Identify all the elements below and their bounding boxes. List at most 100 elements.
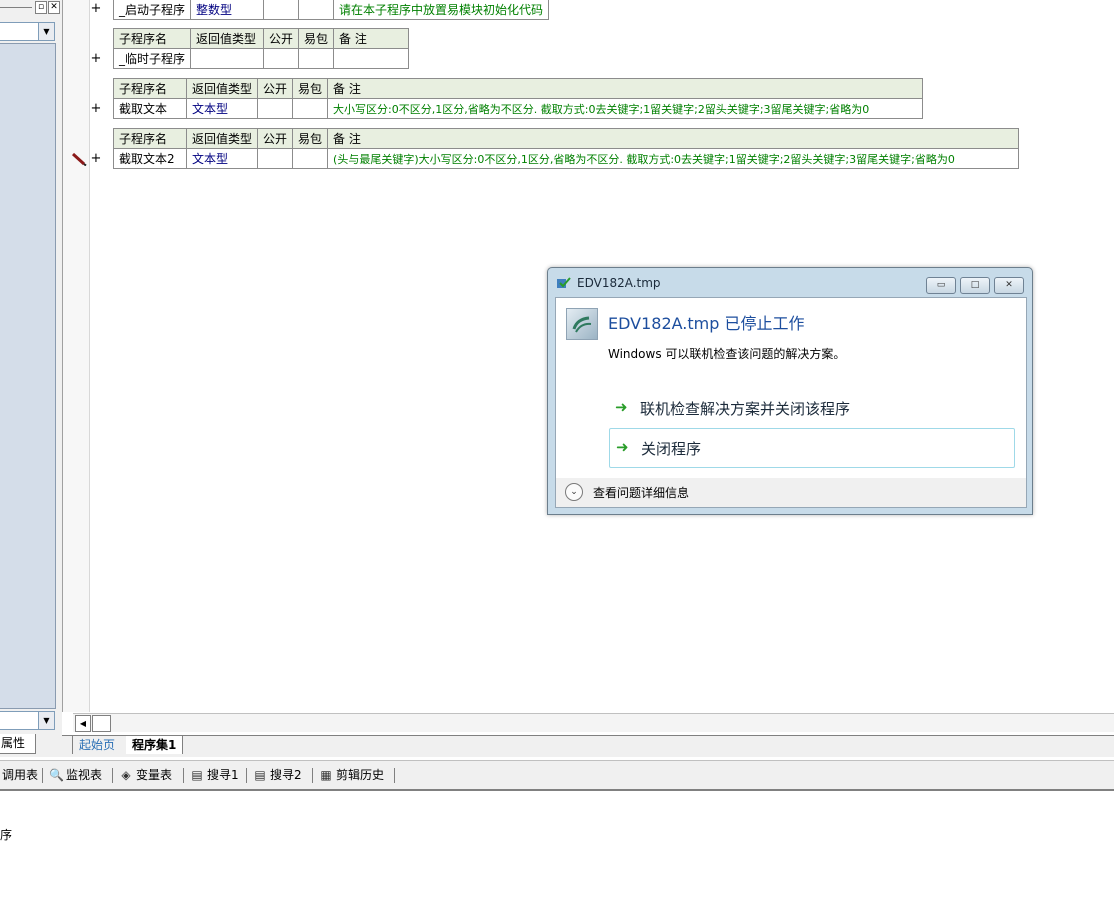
header-pack: 易包: [298, 28, 335, 49]
subroutine-name[interactable]: _临时子程序: [112, 48, 192, 69]
left-panel-titlebar: ▫ ✕: [0, 0, 62, 14]
subroutine-note[interactable]: 大小写区分:0不区分,1区分,省略为不区分. 截取方式:0去关键字;1留关键字;…: [327, 98, 924, 119]
subroutine-return-type[interactable]: 文本型: [185, 148, 259, 169]
output-text: 序: [0, 828, 13, 842]
horizontal-scrollbar[interactable]: ◀: [73, 713, 1114, 732]
search1-label: 搜寻1: [207, 768, 239, 782]
header-name: 子程序名: [113, 78, 187, 99]
call-table-label: 调用表: [2, 768, 39, 782]
variable-table-label: 变量表: [136, 768, 173, 782]
header-note: 备 注: [333, 28, 410, 49]
pin-icon[interactable]: ▫: [35, 1, 47, 14]
dialog-footer: ⌄ 查看问题详细信息: [555, 478, 1027, 508]
dialog-body: EDV182A.tmp 已停止工作 Windows 可以联机检查该问题的解决方案…: [555, 297, 1027, 479]
subroutine-return-type[interactable]: 文本型: [185, 98, 259, 119]
toolbar-separator: [42, 768, 43, 783]
variable-table-button[interactable]: ◈ 变量表: [119, 761, 172, 789]
chevron-down-icon[interactable]: ⌄: [565, 483, 583, 501]
subroutine-return-type[interactable]: [190, 48, 265, 69]
close-button[interactable]: ✕: [994, 277, 1024, 294]
bottom-toolbar: 调用表 🔍 监视表 ◈ 变量表 ▤ 搜寻1 ▤ 搜寻2 ▦ 剪辑历史: [0, 760, 1114, 791]
left-panel-combo[interactable]: ▼: [0, 22, 55, 41]
titlebar-grip: [0, 7, 32, 8]
expand-plus-icon[interactable]: +: [90, 101, 102, 116]
subroutine-name[interactable]: 截取文本: [113, 98, 187, 119]
scroll-left-icon[interactable]: ◀: [75, 715, 91, 732]
close-icon[interactable]: ✕: [48, 1, 60, 14]
dialog-title: EDV182A.tmp: [577, 276, 661, 290]
document-tabs: 起始页 程序集1: [62, 735, 1114, 757]
toolbar-separator: [183, 768, 184, 783]
program-icon: [566, 308, 598, 340]
subroutine-table-startup: _启动子程序 整数型 请在本子程序中放置易模块初始化代码: [112, 0, 550, 20]
header-public: 公开: [257, 78, 294, 99]
left-panel: ▫ ✕ ▼ ▼ 属性: [0, 0, 62, 757]
maximize-button[interactable]: □: [960, 277, 990, 294]
watch-table-label: 监视表: [66, 768, 103, 782]
subroutine-public[interactable]: [257, 148, 294, 169]
close-program-label: 关闭程序: [641, 440, 702, 458]
expand-plus-icon[interactable]: +: [90, 51, 102, 66]
header-name: 子程序名: [113, 128, 187, 149]
call-table-button[interactable]: 调用表: [2, 761, 38, 789]
header-return-type: 返回值类型: [190, 28, 265, 49]
subroutine-public[interactable]: [263, 0, 300, 20]
tab-program-set[interactable]: 程序集1: [126, 736, 184, 754]
chevron-down-icon[interactable]: ▼: [38, 23, 54, 40]
header-return-type: 返回值类型: [185, 128, 259, 149]
search2-label: 搜寻2: [270, 768, 302, 782]
minimize-button[interactable]: ▭: [926, 277, 956, 294]
clipboard-history-icon: ▦: [320, 768, 332, 782]
header-note: 备 注: [327, 78, 924, 99]
subroutine-table: 子程序名 返回值类型 公开 易包 备 注 截取文本 文本型 大小写区分:0不区分…: [113, 78, 924, 119]
arrow-right-icon: ➜: [616, 438, 629, 456]
toolbar-separator: [394, 768, 395, 783]
search-list-icon: ▤: [191, 768, 203, 782]
header-public: 公开: [257, 128, 294, 149]
subroutine-name[interactable]: _启动子程序: [112, 0, 192, 20]
subroutine-pack[interactable]: [292, 148, 329, 169]
subroutine-note[interactable]: [333, 48, 410, 69]
subroutine-pack[interactable]: [298, 48, 335, 69]
expand-plus-icon[interactable]: +: [90, 1, 102, 16]
error-dialog: EDV182A.tmp ▭ □ ✕ EDV182A.tmp 已停止工作 Wind…: [547, 267, 1033, 515]
output-panel[interactable]: 序: [0, 791, 1114, 915]
tab-properties[interactable]: 属性: [0, 734, 36, 754]
header-pack: 易包: [292, 78, 329, 99]
app-icon: [557, 277, 571, 288]
subroutine-public[interactable]: [257, 98, 294, 119]
search2-button[interactable]: ▤ 搜寻2: [253, 761, 302, 789]
close-program-button[interactable]: ➜ 关闭程序: [609, 428, 1015, 468]
subroutine-name[interactable]: 截取文本2: [113, 148, 187, 169]
subroutine-table: 子程序名 返回值类型 公开 易包 备 注 _临时子程序: [112, 28, 410, 69]
dialog-titlebar[interactable]: EDV182A.tmp ▭ □ ✕: [548, 268, 1032, 296]
header-note: 备 注: [327, 128, 1020, 149]
search1-button[interactable]: ▤ 搜寻1: [190, 761, 239, 789]
subroutine-pack[interactable]: [292, 98, 329, 119]
subroutine-table: 子程序名 返回值类型 公开 易包 备 注 截取文本2 文本型 (头与最尾关键字)…: [113, 128, 1020, 169]
subroutine-note[interactable]: (头与最尾关键字)大小写区分:0不区分,1区分,省略为不区分. 截取方式:0去关…: [327, 148, 1020, 169]
check-online-button[interactable]: ➜ 联机检查解决方案并关闭该程序: [609, 389, 1013, 427]
subroutine-note[interactable]: 请在本子程序中放置易模块初始化代码: [333, 0, 550, 20]
left-panel-tree[interactable]: [0, 43, 56, 709]
variable-icon: ◈: [121, 768, 131, 782]
subroutine-pack[interactable]: [298, 0, 335, 20]
clip-history-button[interactable]: ▦ 剪辑历史: [319, 761, 384, 789]
chevron-down-icon[interactable]: ▼: [38, 712, 54, 729]
tab-start-page[interactable]: 起始页: [72, 736, 121, 754]
header-public: 公开: [263, 28, 300, 49]
magnifier-icon: 🔍: [49, 768, 64, 782]
expand-plus-icon[interactable]: +: [90, 151, 102, 166]
watch-table-button[interactable]: 🔍 监视表: [49, 761, 102, 789]
subroutine-public[interactable]: [263, 48, 300, 69]
pencil-edit-icon: [71, 152, 87, 166]
view-details-link[interactable]: 查看问题详细信息: [593, 484, 689, 501]
header-name: 子程序名: [112, 28, 192, 49]
clip-history-label: 剪辑历史: [336, 768, 385, 782]
toolbar-separator: [112, 768, 113, 783]
subroutine-return-type[interactable]: 整数型: [190, 0, 265, 20]
left-panel-bottom-combo[interactable]: ▼: [0, 711, 55, 730]
dialog-subtext: Windows 可以联机检查该问题的解决方案。: [608, 347, 846, 361]
check-online-label: 联机检查解决方案并关闭该程序: [640, 400, 851, 418]
scroll-thumb[interactable]: [92, 715, 111, 732]
